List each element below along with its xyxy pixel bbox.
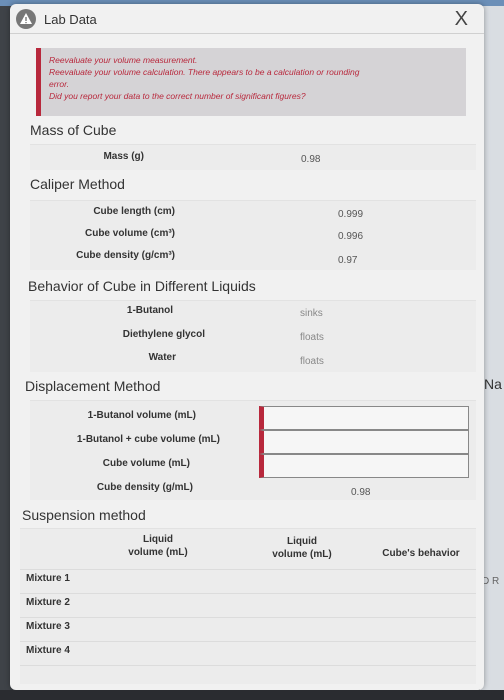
displacement-label-cube-volume: Cube volume (mL) bbox=[102, 458, 190, 469]
column-header-liquid-volume-2: Liquid volume (mL) bbox=[272, 536, 332, 560]
behavior-label-diethylene-glycol: Diethylene glycol bbox=[122, 329, 205, 340]
divider bbox=[20, 641, 476, 642]
background-text-fragment: Na bbox=[484, 376, 502, 392]
feedback-line: error. bbox=[49, 79, 69, 89]
caliper-value-volume[interactable]: 0.996 bbox=[338, 231, 363, 242]
column-header-liquid-volume-1: Liquid volume (mL) bbox=[128, 534, 188, 558]
dialog-title: Lab Data bbox=[44, 12, 97, 27]
section-title-caliper: Caliper Method bbox=[30, 176, 125, 192]
section-title-suspension: Suspension method bbox=[22, 507, 146, 523]
divider bbox=[20, 569, 476, 570]
divider bbox=[20, 593, 476, 594]
warning-triangle-icon bbox=[16, 9, 36, 29]
caliper-value-density[interactable]: 0.97 bbox=[338, 255, 357, 266]
feedback-line: Did you report your data to the correct … bbox=[49, 91, 306, 101]
section-title-behavior: Behavior of Cube in Different Liquids bbox=[28, 278, 256, 294]
mixture-1-label: Mixture 1 bbox=[26, 573, 70, 584]
displacement-value-cube-density[interactable]: 0.98 bbox=[351, 487, 370, 498]
displacement-label-cube-density: Cube density (g/mL) bbox=[96, 482, 193, 493]
cube-volume-input[interactable] bbox=[259, 454, 469, 478]
lab-data-dialog: Lab Data X Reevaluate your volume measur… bbox=[10, 4, 484, 690]
mass-label: Mass (g) bbox=[103, 151, 144, 162]
close-icon[interactable]: X bbox=[455, 8, 468, 31]
behavior-label-butanol: 1-Butanol bbox=[126, 305, 173, 316]
background-text-fragment: D R bbox=[482, 576, 500, 587]
mass-value[interactable]: 0.98 bbox=[301, 154, 320, 165]
displacement-label-butanol-volume: 1-Butanol volume (mL) bbox=[87, 410, 196, 421]
dialog-header: Lab Data X bbox=[10, 4, 484, 34]
caliper-value-length[interactable]: 0.999 bbox=[338, 209, 363, 220]
divider bbox=[20, 617, 476, 618]
section-title-displacement: Displacement Method bbox=[25, 378, 161, 394]
behavior-value-butanol[interactable]: sinks bbox=[300, 308, 323, 319]
caliper-label-length: Cube length (cm) bbox=[93, 206, 175, 217]
caliper-label-volume: Cube volume (cm³) bbox=[84, 228, 175, 239]
butanol-cube-volume-input[interactable] bbox=[259, 430, 469, 454]
mixture-4-label: Mixture 4 bbox=[26, 645, 70, 656]
displacement-label-butanol-cube-volume: 1-Butanol + cube volume (mL) bbox=[76, 434, 220, 445]
behavior-value-water[interactable]: floats bbox=[300, 356, 324, 367]
caliper-label-density: Cube density (g/cm³) bbox=[76, 250, 175, 261]
behavior-label-water: Water bbox=[148, 352, 176, 363]
butanol-volume-input[interactable] bbox=[259, 406, 469, 430]
behavior-value-diethylene-glycol[interactable]: floats bbox=[300, 332, 324, 343]
column-header-cubes-behavior: Cube's behavior bbox=[382, 548, 460, 559]
feedback-line: Reevaluate your volume calculation. Ther… bbox=[49, 67, 360, 77]
screen-bottom-edge bbox=[0, 690, 504, 700]
mixture-3-label: Mixture 3 bbox=[26, 621, 70, 632]
section-title-mass: Mass of Cube bbox=[30, 122, 117, 138]
feedback-message: Reevaluate your volume measurement. Reev… bbox=[36, 48, 466, 116]
divider bbox=[20, 665, 476, 666]
feedback-line: Reevaluate your volume measurement. bbox=[49, 55, 198, 65]
mixture-2-label: Mixture 2 bbox=[26, 597, 70, 608]
